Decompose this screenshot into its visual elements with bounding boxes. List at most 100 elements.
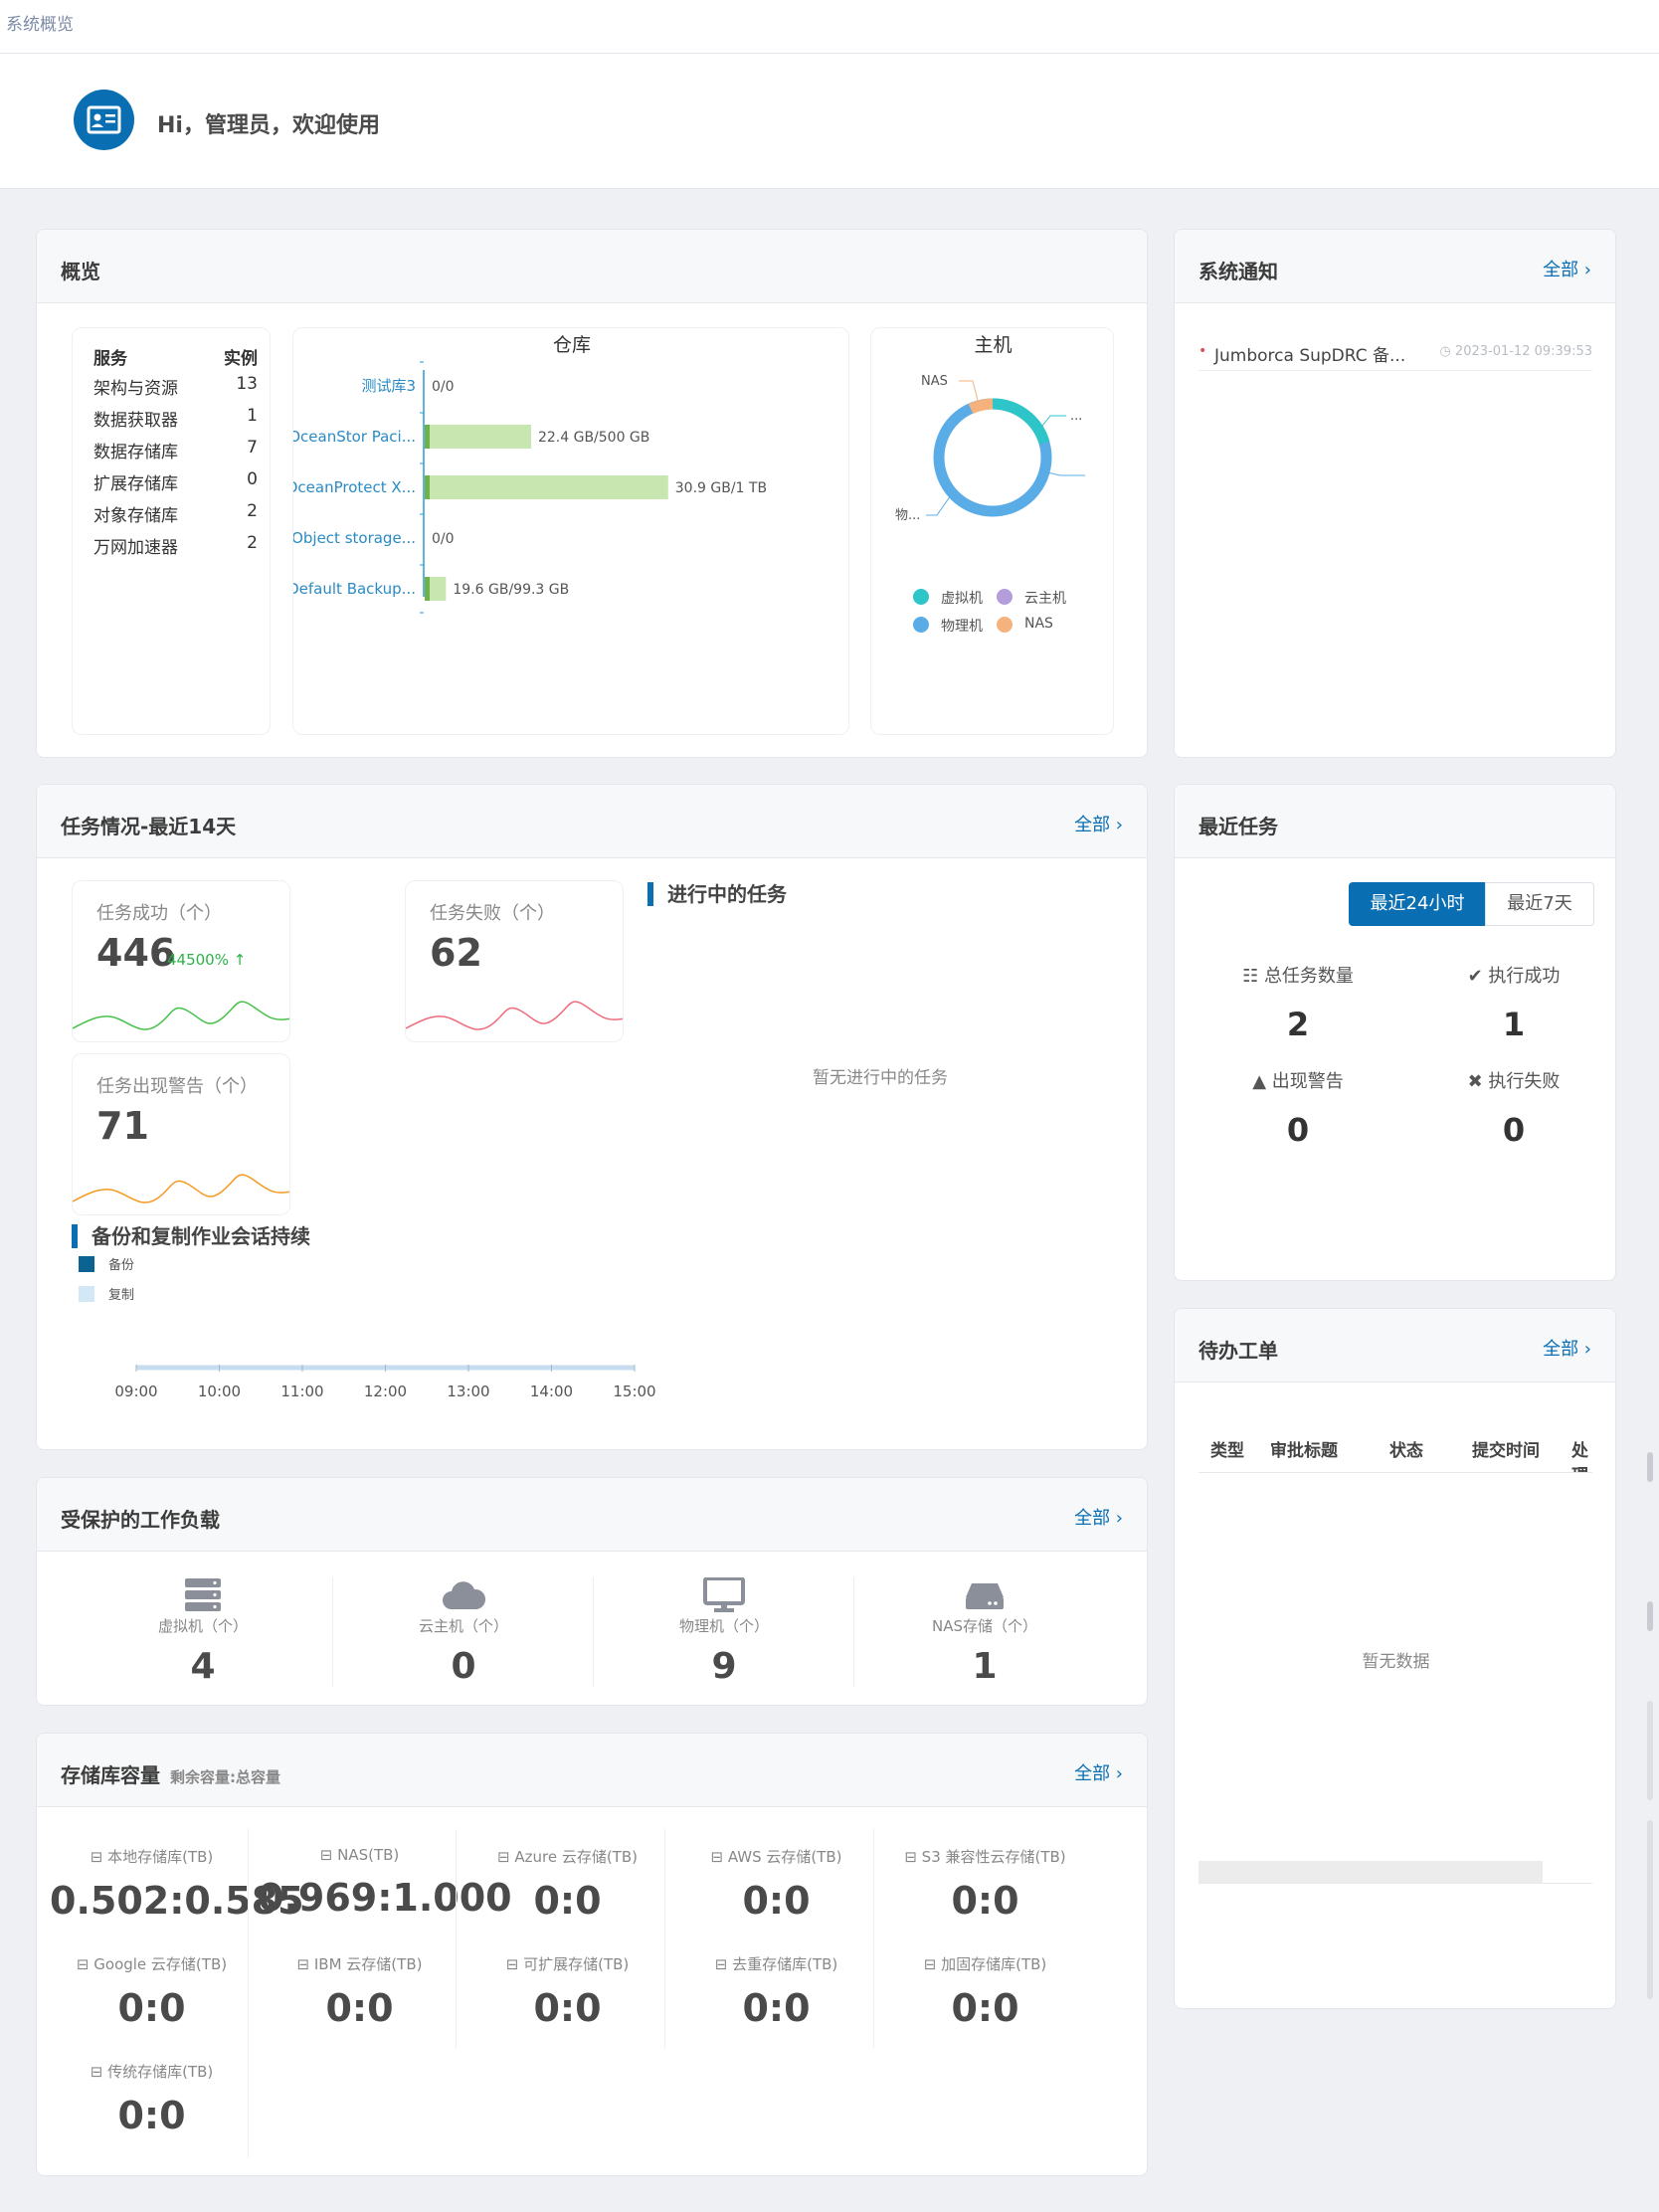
warehouse-bar-label: 22.4 GB/500 GB bbox=[538, 430, 649, 446]
task-fail-value: 62 bbox=[430, 931, 482, 975]
capacity-divider bbox=[664, 1829, 665, 2048]
service-count: 0 bbox=[247, 469, 258, 489]
page-scrollbar-thumb-2[interactable] bbox=[1647, 1601, 1653, 1631]
todo-empty: 暂无数据 bbox=[1362, 1652, 1430, 1672]
tasks-more-link[interactable]: 全部 › bbox=[1074, 811, 1123, 836]
capacity-divider bbox=[456, 1829, 457, 2048]
capacity-item[interactable]: ⊟ Google 云存储(TB) 0:0 bbox=[50, 1953, 254, 2030]
legend-swatch bbox=[997, 617, 1013, 633]
session-tick-label: 11:00 bbox=[280, 1382, 323, 1400]
capacity-item[interactable]: ⊟ 加固存储库(TB) 0:0 bbox=[883, 1953, 1087, 2030]
col-type[interactable]: 类型 bbox=[1210, 1436, 1244, 1461]
capacity-item[interactable]: ⊟ AWS 云存储(TB) 0:0 bbox=[674, 1846, 878, 1923]
service-count: 7 bbox=[247, 438, 258, 458]
page-scrollbar-thumb[interactable] bbox=[1647, 1452, 1653, 1482]
capacity-divider bbox=[248, 1829, 249, 2048]
legend-swatch bbox=[913, 589, 929, 605]
service-row[interactable]: 扩展存储库 0 bbox=[93, 469, 258, 494]
task-fail-card[interactable]: 任务失败（个） 62 bbox=[405, 880, 624, 1042]
disk-icon: ⊟ bbox=[76, 1955, 90, 1973]
tab-7d[interactable]: 最近7天 bbox=[1485, 882, 1594, 926]
donut-label-nas: NAS bbox=[921, 374, 948, 389]
notice-item[interactable]: • Jumborca SupDRC 备... ◷ 2023-01-12 09:3… bbox=[1198, 341, 1592, 371]
capacity-title: 存储库容量 剩余容量:总容量 bbox=[61, 1763, 280, 1787]
breadcrumb[interactable]: 系统概览 bbox=[6, 10, 74, 35]
notice-bullet-icon: • bbox=[1198, 343, 1207, 359]
running-title: 进行中的任务 bbox=[647, 882, 787, 906]
stat-total: ☷ 总任务数量 2 bbox=[1242, 966, 1354, 1043]
notice-more-link[interactable]: 全部 › bbox=[1543, 256, 1591, 281]
col-handle[interactable]: 处理 bbox=[1571, 1436, 1592, 1472]
arrow-up-icon: ↑ bbox=[233, 951, 247, 969]
warehouse-name: OceanProtect X... bbox=[293, 478, 416, 496]
warehouse-bar-used bbox=[425, 425, 430, 449]
capacity-item[interactable]: ⊟ 去重存储库(TB) 0:0 bbox=[674, 1953, 878, 2030]
notice-text: Jumborca SupDRC 备... bbox=[1214, 346, 1406, 366]
service-name: 对象存储库 bbox=[93, 506, 178, 526]
stat-fail: ✖ 执行失败 0 bbox=[1467, 1071, 1561, 1149]
tab-24h[interactable]: 最近24小时 bbox=[1349, 882, 1486, 926]
workload-nas[interactable]: NAS存储（个） 1 bbox=[890, 1577, 1079, 1687]
task-success-value: 446 bbox=[96, 931, 176, 975]
stat-warn: ▲ 出现警告 0 bbox=[1252, 1071, 1344, 1149]
service-row[interactable]: 万网加速器 2 bbox=[93, 533, 258, 558]
service-count: 13 bbox=[236, 374, 258, 394]
capacity-item[interactable]: ⊟ 本地存储库(TB) 0.502:0.585 bbox=[50, 1846, 304, 1923]
donut-label-phys: 物... bbox=[895, 508, 920, 523]
nas-icon bbox=[963, 1577, 1007, 1613]
todo-horizontal-scrollbar[interactable] bbox=[1198, 1861, 1543, 1883]
col-status[interactable]: 状态 bbox=[1389, 1436, 1423, 1461]
disk-icon: ⊟ bbox=[296, 1955, 310, 1973]
legend-swatch bbox=[913, 617, 929, 633]
service-name: 扩展存储库 bbox=[93, 474, 178, 494]
task-success-card[interactable]: 任务成功（个） 446 44500% ↑ bbox=[72, 880, 290, 1042]
workload-physical[interactable]: 物理机（个） 9 bbox=[630, 1576, 819, 1687]
capacity-item[interactable]: ⊟ IBM 云存储(TB) 0:0 bbox=[258, 1953, 461, 2030]
disk-icon: ⊟ bbox=[710, 1848, 724, 1866]
overview-card: 概览 服务 实例 架构与资源 13 数据获取器 1 数据存储库 7 扩展存储库 0 对象存储库 2… bbox=[36, 229, 1148, 758]
capacity-item[interactable]: ⊟ S3 兼容性云存储(TB) 0:0 bbox=[883, 1846, 1087, 1923]
warehouse-name: OceanStor Paci... bbox=[293, 428, 416, 446]
services-col-service: 服务 bbox=[93, 349, 127, 369]
welcome-banner: Hi，管理员，欢迎使用 bbox=[0, 54, 1659, 189]
capacity-item[interactable]: ⊟ Azure 云存储(TB) 0:0 bbox=[465, 1846, 669, 1923]
services-panel: 服务 实例 架构与资源 13 数据获取器 1 数据存储库 7 扩展存储库 0 对象存储库 2 万网加… bbox=[72, 327, 271, 735]
task-fail-label: 任务失败（个） bbox=[430, 903, 555, 924]
notice-time: ◷ 2023-01-12 09:39:53 bbox=[1439, 344, 1592, 359]
col-title[interactable]: 审批标题 bbox=[1270, 1436, 1338, 1461]
warehouse-panel: 仓库 测试库3 0/0 OceanStor Paci... 22.4 GB/500 G… bbox=[292, 327, 849, 735]
capacity-more-link[interactable]: 全部 › bbox=[1074, 1759, 1123, 1785]
capacity-card: 存储库容量 剩余容量:总容量 全部 › ⊟ 本地存储库(TB) 0.502:0.58… bbox=[36, 1733, 1148, 2176]
page-scrollbar-track-2[interactable] bbox=[1647, 1820, 1653, 1999]
workload-more-link[interactable]: 全部 › bbox=[1074, 1504, 1123, 1530]
service-row[interactable]: 数据获取器 1 bbox=[93, 406, 258, 431]
service-name: 架构与资源 bbox=[93, 379, 178, 399]
disk-icon: ⊟ bbox=[904, 1848, 917, 1866]
warehouse-bar-label: 19.6 GB/99.3 GB bbox=[453, 582, 569, 598]
service-row[interactable]: 数据存储库 7 bbox=[93, 438, 258, 462]
service-name: 数据存储库 bbox=[93, 443, 178, 462]
capacity-item[interactable]: ⊟ 传统存储库(TB) 0:0 bbox=[50, 2061, 254, 2137]
workload-vm[interactable]: 虚拟机（个） 4 bbox=[108, 1577, 297, 1687]
service-row[interactable]: 对象存储库 2 bbox=[93, 501, 258, 526]
warehouse-bar bbox=[425, 475, 668, 499]
capacity-item[interactable]: ⊟ NAS(TB) 0.969:1.000 bbox=[258, 1846, 512, 1920]
page-scrollbar-track[interactable] bbox=[1647, 1701, 1653, 1800]
tasks-title: 任务情况-最近14天 bbox=[61, 815, 237, 838]
disk-icon: ⊟ bbox=[714, 1955, 728, 1973]
task-warn-card[interactable]: 任务出现警告（个） 71 bbox=[72, 1053, 290, 1215]
notice-title: 系统通知 bbox=[1198, 260, 1278, 283]
session-tick-label: 10:00 bbox=[198, 1382, 241, 1400]
capacity-item[interactable]: ⊟ 可扩展存储(TB) 0:0 bbox=[465, 1953, 669, 2030]
service-row[interactable]: 架构与资源 13 bbox=[93, 374, 258, 399]
warehouse-name: Object storage... bbox=[293, 529, 416, 547]
col-time[interactable]: 提交时间 bbox=[1472, 1436, 1540, 1461]
workload-cloud[interactable]: 云主机（个） 0 bbox=[369, 1577, 558, 1687]
task-warn-label: 任务出现警告（个） bbox=[96, 1076, 258, 1097]
warehouse-bar-used bbox=[425, 475, 430, 499]
workload-card: 受保护的工作负载 全部 › 虚拟机（个） 4 云主机（个） 0 物理机（个） 9… bbox=[36, 1477, 1148, 1706]
disk-icon: ⊟ bbox=[319, 1846, 333, 1864]
greeting: Hi，管理员，欢迎使用 bbox=[157, 113, 380, 138]
todo-more-link[interactable]: 全部 › bbox=[1543, 1335, 1591, 1361]
service-name: 数据获取器 bbox=[93, 411, 178, 431]
